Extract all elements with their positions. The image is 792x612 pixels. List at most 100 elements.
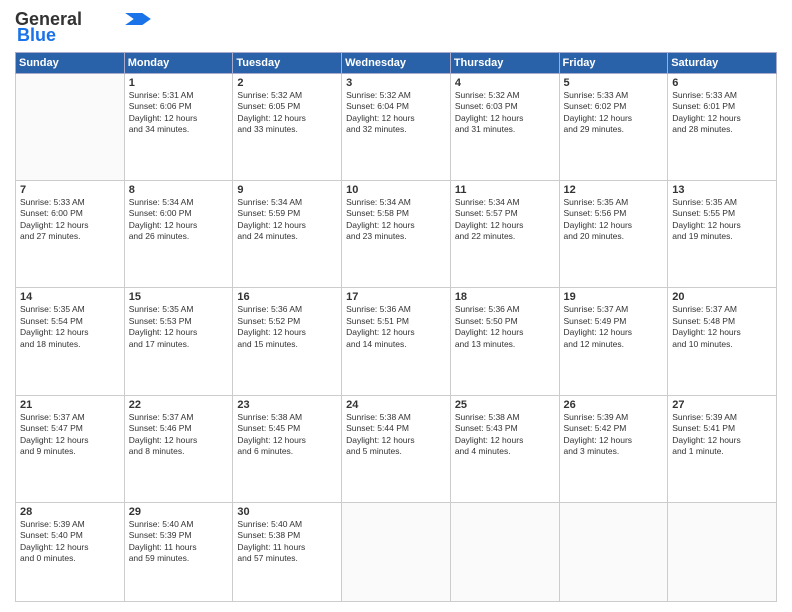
logo-icon xyxy=(124,13,152,25)
day-number: 13 xyxy=(672,184,772,196)
calendar-cell xyxy=(559,502,668,601)
cell-info: Sunrise: 5:31 AM Sunset: 6:06 PM Dayligh… xyxy=(129,90,229,136)
cell-info: Sunrise: 5:34 AM Sunset: 6:00 PM Dayligh… xyxy=(129,197,229,243)
calendar-cell: 5Sunrise: 5:33 AM Sunset: 6:02 PM Daylig… xyxy=(559,73,668,180)
cell-info: Sunrise: 5:33 AM Sunset: 6:02 PM Dayligh… xyxy=(564,90,664,136)
calendar-cell: 10Sunrise: 5:34 AM Sunset: 5:58 PM Dayli… xyxy=(342,180,451,287)
day-number: 3 xyxy=(346,77,446,89)
day-header-saturday: Saturday xyxy=(668,52,777,73)
calendar-cell: 16Sunrise: 5:36 AM Sunset: 5:52 PM Dayli… xyxy=(233,288,342,395)
calendar-cell: 25Sunrise: 5:38 AM Sunset: 5:43 PM Dayli… xyxy=(450,395,559,502)
calendar-cell: 18Sunrise: 5:36 AM Sunset: 5:50 PM Dayli… xyxy=(450,288,559,395)
cell-info: Sunrise: 5:39 AM Sunset: 5:40 PM Dayligh… xyxy=(20,519,120,565)
calendar-cell: 9Sunrise: 5:34 AM Sunset: 5:59 PM Daylig… xyxy=(233,180,342,287)
day-number: 15 xyxy=(129,291,229,303)
logo-blue: Blue xyxy=(17,26,56,46)
logo: General Blue xyxy=(15,10,152,46)
cell-info: Sunrise: 5:35 AM Sunset: 5:55 PM Dayligh… xyxy=(672,197,772,243)
calendar-cell: 17Sunrise: 5:36 AM Sunset: 5:51 PM Dayli… xyxy=(342,288,451,395)
calendar-cell: 7Sunrise: 5:33 AM Sunset: 6:00 PM Daylig… xyxy=(16,180,125,287)
day-header-thursday: Thursday xyxy=(450,52,559,73)
day-number: 4 xyxy=(455,77,555,89)
cell-info: Sunrise: 5:32 AM Sunset: 6:05 PM Dayligh… xyxy=(237,90,337,136)
calendar-cell: 27Sunrise: 5:39 AM Sunset: 5:41 PM Dayli… xyxy=(668,395,777,502)
calendar-cell xyxy=(450,502,559,601)
calendar-cell: 3Sunrise: 5:32 AM Sunset: 6:04 PM Daylig… xyxy=(342,73,451,180)
cell-info: Sunrise: 5:36 AM Sunset: 5:51 PM Dayligh… xyxy=(346,304,446,350)
cell-info: Sunrise: 5:37 AM Sunset: 5:48 PM Dayligh… xyxy=(672,304,772,350)
day-header-monday: Monday xyxy=(124,52,233,73)
cell-info: Sunrise: 5:39 AM Sunset: 5:41 PM Dayligh… xyxy=(672,412,772,458)
calendar-header-row: SundayMondayTuesdayWednesdayThursdayFrid… xyxy=(16,52,777,73)
page: General Blue SundayMondayTuesdayWednesda… xyxy=(0,0,792,612)
cell-info: Sunrise: 5:33 AM Sunset: 6:01 PM Dayligh… xyxy=(672,90,772,136)
calendar-cell xyxy=(668,502,777,601)
day-number: 5 xyxy=(564,77,664,89)
day-number: 19 xyxy=(564,291,664,303)
calendar-cell: 8Sunrise: 5:34 AM Sunset: 6:00 PM Daylig… xyxy=(124,180,233,287)
day-number: 30 xyxy=(237,506,337,518)
day-number: 7 xyxy=(20,184,120,196)
day-number: 10 xyxy=(346,184,446,196)
calendar-cell: 30Sunrise: 5:40 AM Sunset: 5:38 PM Dayli… xyxy=(233,502,342,601)
cell-info: Sunrise: 5:32 AM Sunset: 6:04 PM Dayligh… xyxy=(346,90,446,136)
day-header-friday: Friday xyxy=(559,52,668,73)
day-number: 16 xyxy=(237,291,337,303)
cell-info: Sunrise: 5:38 AM Sunset: 5:43 PM Dayligh… xyxy=(455,412,555,458)
day-header-sunday: Sunday xyxy=(16,52,125,73)
cell-info: Sunrise: 5:39 AM Sunset: 5:42 PM Dayligh… xyxy=(564,412,664,458)
day-number: 21 xyxy=(20,399,120,411)
cell-info: Sunrise: 5:34 AM Sunset: 5:58 PM Dayligh… xyxy=(346,197,446,243)
calendar-cell: 24Sunrise: 5:38 AM Sunset: 5:44 PM Dayli… xyxy=(342,395,451,502)
calendar-cell: 11Sunrise: 5:34 AM Sunset: 5:57 PM Dayli… xyxy=(450,180,559,287)
cell-info: Sunrise: 5:33 AM Sunset: 6:00 PM Dayligh… xyxy=(20,197,120,243)
day-header-tuesday: Tuesday xyxy=(233,52,342,73)
calendar-table: SundayMondayTuesdayWednesdayThursdayFrid… xyxy=(15,52,777,602)
cell-info: Sunrise: 5:38 AM Sunset: 5:44 PM Dayligh… xyxy=(346,412,446,458)
cell-info: Sunrise: 5:37 AM Sunset: 5:46 PM Dayligh… xyxy=(129,412,229,458)
day-number: 14 xyxy=(20,291,120,303)
day-number: 22 xyxy=(129,399,229,411)
cell-info: Sunrise: 5:36 AM Sunset: 5:50 PM Dayligh… xyxy=(455,304,555,350)
calendar-cell: 21Sunrise: 5:37 AM Sunset: 5:47 PM Dayli… xyxy=(16,395,125,502)
calendar-cell: 23Sunrise: 5:38 AM Sunset: 5:45 PM Dayli… xyxy=(233,395,342,502)
calendar-cell: 26Sunrise: 5:39 AM Sunset: 5:42 PM Dayli… xyxy=(559,395,668,502)
day-number: 9 xyxy=(237,184,337,196)
calendar-cell: 29Sunrise: 5:40 AM Sunset: 5:39 PM Dayli… xyxy=(124,502,233,601)
cell-info: Sunrise: 5:35 AM Sunset: 5:53 PM Dayligh… xyxy=(129,304,229,350)
day-number: 1 xyxy=(129,77,229,89)
cell-info: Sunrise: 5:35 AM Sunset: 5:56 PM Dayligh… xyxy=(564,197,664,243)
calendar-cell: 14Sunrise: 5:35 AM Sunset: 5:54 PM Dayli… xyxy=(16,288,125,395)
cell-info: Sunrise: 5:34 AM Sunset: 5:59 PM Dayligh… xyxy=(237,197,337,243)
calendar-cell: 20Sunrise: 5:37 AM Sunset: 5:48 PM Dayli… xyxy=(668,288,777,395)
calendar-cell: 15Sunrise: 5:35 AM Sunset: 5:53 PM Dayli… xyxy=(124,288,233,395)
day-number: 17 xyxy=(346,291,446,303)
day-number: 23 xyxy=(237,399,337,411)
day-number: 26 xyxy=(564,399,664,411)
day-header-wednesday: Wednesday xyxy=(342,52,451,73)
day-number: 28 xyxy=(20,506,120,518)
calendar-cell: 2Sunrise: 5:32 AM Sunset: 6:05 PM Daylig… xyxy=(233,73,342,180)
calendar-cell: 19Sunrise: 5:37 AM Sunset: 5:49 PM Dayli… xyxy=(559,288,668,395)
calendar-cell xyxy=(16,73,125,180)
cell-info: Sunrise: 5:37 AM Sunset: 5:47 PM Dayligh… xyxy=(20,412,120,458)
calendar-cell: 22Sunrise: 5:37 AM Sunset: 5:46 PM Dayli… xyxy=(124,395,233,502)
cell-info: Sunrise: 5:35 AM Sunset: 5:54 PM Dayligh… xyxy=(20,304,120,350)
cell-info: Sunrise: 5:36 AM Sunset: 5:52 PM Dayligh… xyxy=(237,304,337,350)
day-number: 8 xyxy=(129,184,229,196)
day-number: 29 xyxy=(129,506,229,518)
cell-info: Sunrise: 5:40 AM Sunset: 5:38 PM Dayligh… xyxy=(237,519,337,565)
cell-info: Sunrise: 5:40 AM Sunset: 5:39 PM Dayligh… xyxy=(129,519,229,565)
day-number: 20 xyxy=(672,291,772,303)
day-number: 18 xyxy=(455,291,555,303)
cell-info: Sunrise: 5:34 AM Sunset: 5:57 PM Dayligh… xyxy=(455,197,555,243)
cell-info: Sunrise: 5:32 AM Sunset: 6:03 PM Dayligh… xyxy=(455,90,555,136)
calendar-cell: 12Sunrise: 5:35 AM Sunset: 5:56 PM Dayli… xyxy=(559,180,668,287)
day-number: 24 xyxy=(346,399,446,411)
day-number: 2 xyxy=(237,77,337,89)
calendar-cell: 1Sunrise: 5:31 AM Sunset: 6:06 PM Daylig… xyxy=(124,73,233,180)
day-number: 25 xyxy=(455,399,555,411)
day-number: 27 xyxy=(672,399,772,411)
day-number: 11 xyxy=(455,184,555,196)
day-number: 12 xyxy=(564,184,664,196)
